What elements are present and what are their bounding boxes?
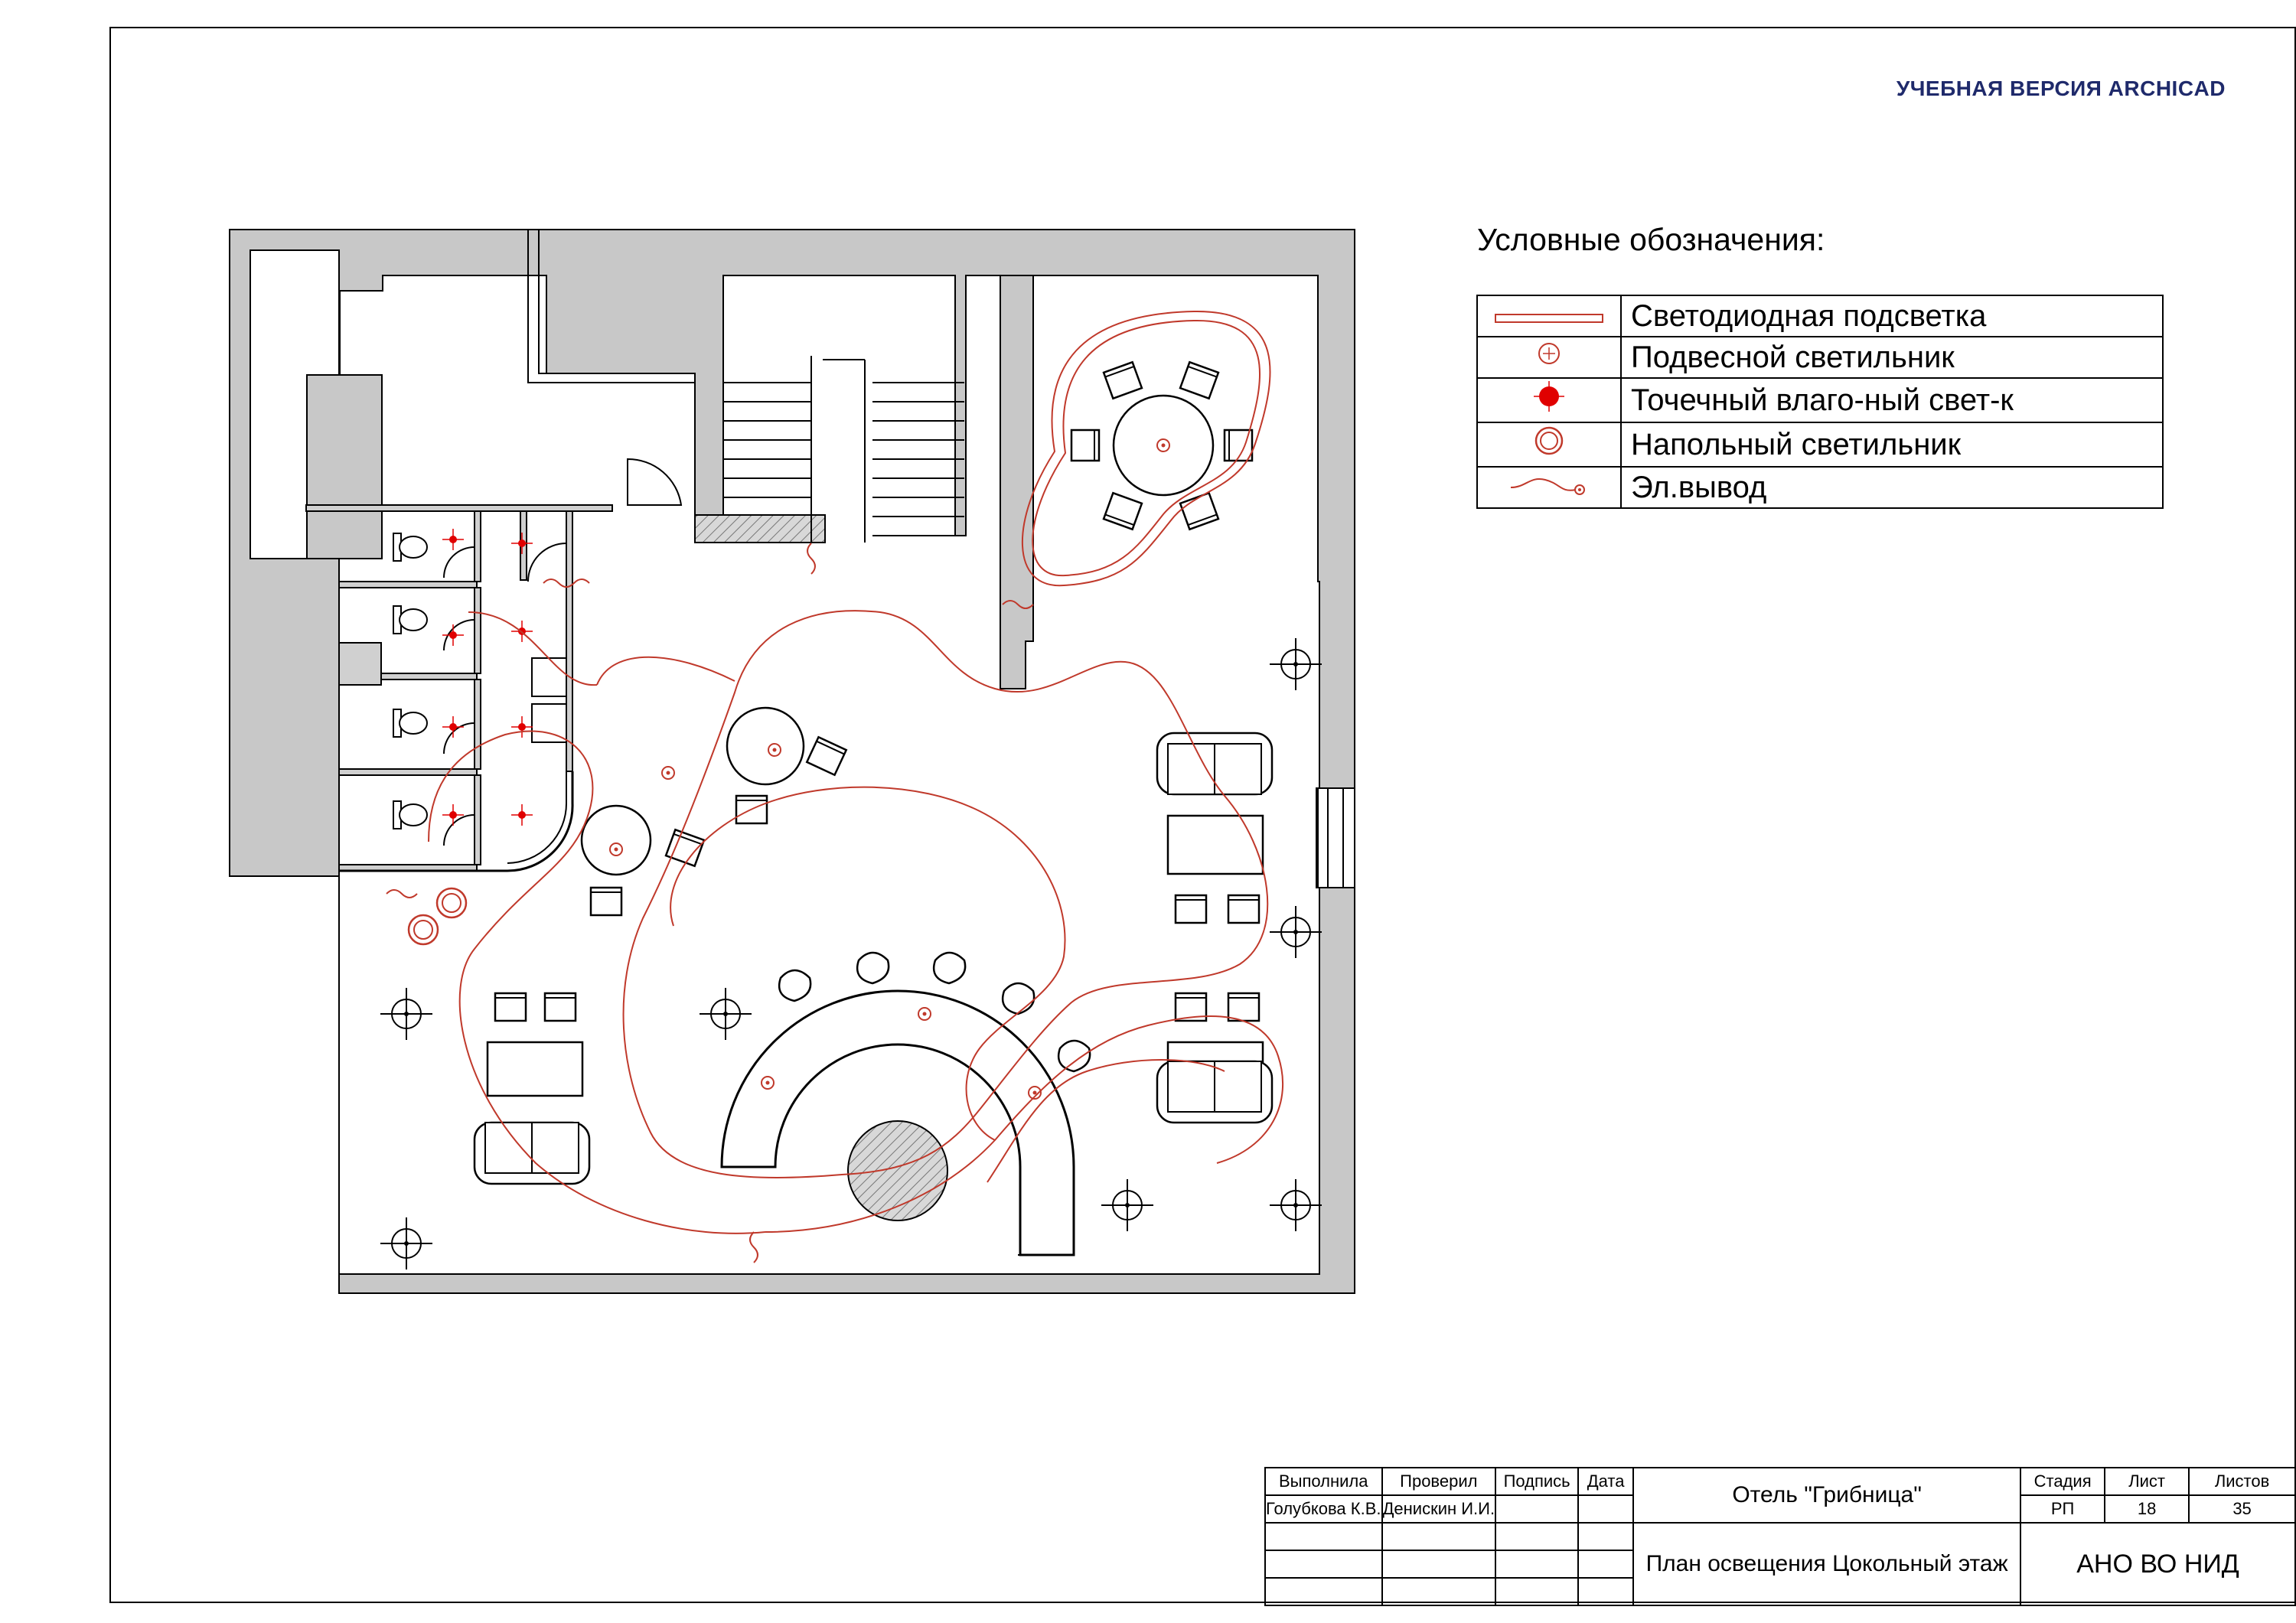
stage-value: РП [2020, 1494, 2106, 1524]
legend-row: Напольный светильник [1476, 422, 2164, 468]
floor-plan [229, 229, 1355, 1294]
pendant-light-icon [1538, 343, 1560, 364]
electric-outlet-icon [1510, 477, 1585, 495]
legend-table: Светодиодная подсветка Подвесной светиль… [1476, 295, 2164, 509]
round-table [580, 804, 652, 876]
floor-lamp-icon [1534, 426, 1564, 455]
toilet [393, 800, 428, 829]
staircase-right [823, 359, 964, 543]
stair-landing [694, 514, 826, 543]
door-swing [627, 458, 683, 506]
sheets-value: 35 [2188, 1494, 2296, 1524]
drawing-title: План освещения Цокольный этаж [1632, 1522, 2022, 1606]
led-strip-icon [1495, 313, 1603, 323]
legend-row: Эл.вывод [1476, 466, 2164, 509]
toilet [393, 533, 428, 562]
organization: АНО ВО НИД [2020, 1522, 2296, 1606]
sink [531, 657, 567, 697]
toilet [393, 709, 428, 738]
left-pillar [306, 374, 383, 559]
table [486, 1041, 584, 1097]
checker-name: Денискин И.И. [1381, 1494, 1497, 1524]
moisture-spotlight-icon [1534, 381, 1564, 412]
table [1166, 814, 1264, 875]
legend-title: Условные обозначения: [1477, 222, 1825, 257]
author-name: Голубкова К.В. [1264, 1494, 1383, 1524]
project-name: Отель "Грибница" [1632, 1467, 2022, 1524]
toilet [393, 605, 428, 634]
sheet-value: 18 [2104, 1494, 2190, 1524]
title-block: Выполнила Проверил Подпись Дата Отель "Г… [1264, 1467, 2296, 1606]
round-table [726, 706, 805, 786]
window [1317, 787, 1355, 888]
staircase-left [723, 356, 812, 543]
legend-row: Подвесной светильник [1476, 336, 2164, 379]
legend-row: Точечный влаго-ный свет-к [1476, 377, 2164, 423]
legend-row: Светодиодная подсветка [1476, 295, 2164, 337]
